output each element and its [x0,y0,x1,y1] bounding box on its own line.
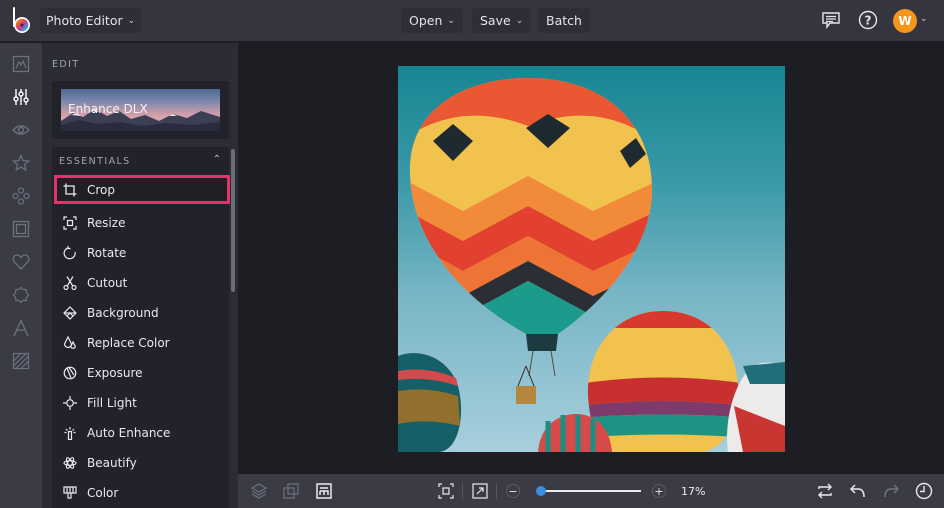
zoom-value: 17% [681,485,706,498]
beautify-icon [62,455,78,471]
color-icon [62,485,78,501]
undo-icon[interactable] [849,482,867,500]
essentials-section: ESSENTIALS ⌃ Crop Resize Rotate Cutout B… [52,147,230,508]
tool-replace-color[interactable]: Replace Color [54,328,230,357]
essentials-header: ESSENTIALS [59,156,131,167]
shapes-icon[interactable] [11,186,31,206]
chevron-down-icon: ⌄ [447,15,455,26]
layout-icon[interactable] [315,482,333,500]
exposure-icon [62,365,78,381]
photo-editor-app: Photo Editor ⌄ Open ⌄ Save ⌄ Batch ? W ⌄ [0,0,944,508]
tool-label: Beautify [87,455,137,470]
redo-icon[interactable] [882,482,900,500]
edit-panel: EDIT Enhance DLX ESSENTIALS ⌃ Crop Resiz… [42,43,238,508]
enhance-dlx-label: Enhance DLX [68,102,148,116]
tool-background[interactable]: Background [54,298,230,327]
tool-label: Crop [87,182,116,197]
batch-button[interactable]: Batch [538,8,590,33]
tool-rotate[interactable]: Rotate [54,238,230,267]
heart-icon[interactable] [11,252,31,272]
frame-icon[interactable] [11,219,31,239]
zoom-in-button[interactable]: + [652,484,666,498]
adjustments-icon[interactable] [11,87,31,107]
text-icon[interactable] [11,318,31,338]
app-name: Photo Editor [46,13,123,28]
tool-auto-enhance[interactable]: Auto Enhance [54,418,230,447]
tool-beautify[interactable]: Beautify [54,448,230,477]
tool-resize[interactable]: Resize [54,208,230,237]
tool-category-rail [0,43,42,508]
balloons-illustration [398,78,785,452]
zoom-slider-track[interactable] [539,490,641,492]
drops-icon [62,335,78,351]
texture-icon[interactable] [11,351,31,371]
bottom-toolbar: − + 17% [238,474,944,508]
enhance-dlx-card[interactable]: Enhance DLX [52,81,229,139]
background-icon [62,305,78,321]
avatar-initial: W [898,14,912,28]
tool-exposure[interactable]: Exposure [54,358,230,387]
chevron-up-icon[interactable]: ⌃ [213,154,221,165]
rotate-icon [62,245,78,261]
save-menu[interactable]: Save ⌄ [472,8,532,33]
eye-icon[interactable] [11,120,31,140]
logo-icon[interactable] [11,7,33,34]
panel-scrollbar-thumb[interactable] [231,149,235,292]
tool-label: Color [87,485,119,500]
image-icon[interactable] [11,54,31,74]
open-menu[interactable]: Open ⌄ [401,8,463,33]
photo-balloons[interactable] [398,66,785,452]
divider [462,483,463,499]
crop-icon [62,182,78,198]
tool-label: Auto Enhance [87,425,171,440]
help-icon[interactable]: ? [857,9,879,31]
app-switcher-dropdown[interactable]: Photo Editor ⌄ [40,8,142,33]
tool-label: Exposure [87,365,143,380]
tool-label: Cutout [87,275,128,290]
canvas-area [238,43,944,473]
zoom-out-button[interactable]: − [506,484,520,498]
svg-text:?: ? [865,14,872,28]
open-label: Open [409,13,443,28]
top-bar: Photo Editor ⌄ Open ⌄ Save ⌄ Batch ? W ⌄ [0,0,944,42]
chevron-down-icon: ⌄ [515,15,524,26]
tool-label: Resize [87,215,126,230]
tool-label: Fill Light [87,395,137,410]
tool-fill-light[interactable]: Fill Light [54,388,230,417]
expand-icon[interactable] [471,482,489,500]
save-label: Save [480,13,511,28]
chevron-down-icon[interactable]: ⌄ [920,14,928,24]
layers-icon[interactable] [250,482,268,500]
batch-label: Batch [546,13,582,28]
star-icon[interactable] [11,153,31,173]
zoom-slider-thumb[interactable] [536,486,547,496]
user-avatar[interactable]: W [893,9,917,33]
resize-icon [62,215,78,231]
badge-icon[interactable] [11,285,31,305]
auto-enhance-icon [62,425,78,441]
compare-icon[interactable] [816,482,834,500]
tool-label: Rotate [87,245,127,260]
fill-light-icon [62,395,78,411]
scissors-icon [62,275,78,291]
feedback-icon[interactable] [820,9,842,31]
tool-color[interactable]: Color [54,478,230,507]
history-icon[interactable] [915,482,933,500]
panel-title: EDIT [52,59,80,70]
tool-crop[interactable]: Crop [54,175,230,204]
tool-label: Background [87,305,159,320]
enhance-dlx-thumbnail: Enhance DLX [61,89,220,131]
chevron-down-icon: ⌄ [127,15,136,26]
divider [496,483,497,499]
tool-label: Replace Color [87,335,170,350]
tool-cutout[interactable]: Cutout [54,268,230,297]
overlap-icon[interactable] [282,482,300,500]
fit-screen-icon[interactable] [437,482,455,500]
